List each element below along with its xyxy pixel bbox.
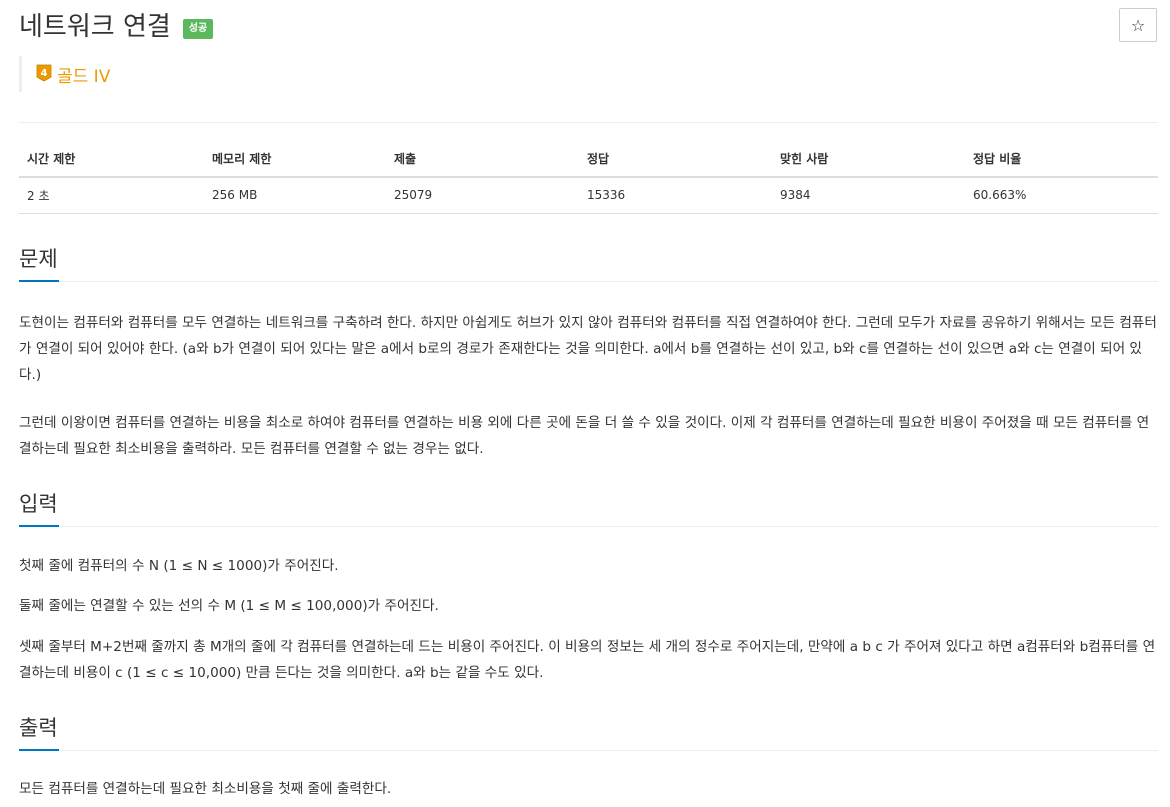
section-rule: [19, 281, 1158, 282]
gold-tier-icon[interactable]: 4: [36, 64, 52, 82]
section-underline: [19, 280, 59, 282]
section-heading-output: 출력: [19, 716, 58, 740]
section-underline: [19, 749, 59, 751]
stats-memory-limit: 256 MB: [204, 177, 386, 214]
star-icon: ☆: [1130, 15, 1146, 35]
stats-header-memory-limit: 메모리 제한: [204, 140, 386, 178]
problem-page: 네트워크 연결 성공 ☆ 4 골드 IV 시간 제한 메모리 제한 제출 정답 …: [0, 0, 1170, 807]
input-description-paragraph: 첫째 줄에 컴퓨터의 수 N (1 ≤ N ≤ 1000)가 주어진다.: [19, 558, 339, 574]
status-badge: 성공: [182, 19, 214, 39]
section-heading-input: 입력: [19, 492, 58, 516]
stats-header-submissions: 제출: [386, 140, 579, 178]
section-rule: [19, 526, 1158, 527]
section-rule: [19, 750, 1158, 751]
divider: [19, 122, 1158, 123]
problem-description-paragraph: 도현이는 컴퓨터와 컴퓨터를 모두 연결하는 네트워크를 구축하려 한다. 하지…: [19, 315, 1157, 383]
favorite-star-button[interactable]: ☆: [1119, 8, 1157, 42]
section-heading-problem: 문제: [19, 247, 58, 271]
stats-header-accepted: 정답: [579, 140, 772, 178]
stats-header-accept-ratio: 정답 비율: [965, 140, 1158, 178]
stats-accept-ratio: 60.663%: [965, 177, 1158, 214]
stats-header-row: 시간 제한 메모리 제한 제출 정답 맞힌 사람 정답 비율: [19, 140, 1158, 178]
tier-info: 4 골드 IV: [19, 56, 110, 92]
problem-stats-table: 시간 제한 메모리 제한 제출 정답 맞힌 사람 정답 비율 2 초 256 M…: [19, 140, 1158, 214]
stats-submissions: 25079: [386, 177, 579, 214]
tier-label[interactable]: 골드 IV: [57, 62, 110, 87]
stats-accepted: 15336: [579, 177, 772, 214]
stats-solved-users: 9384: [772, 177, 965, 214]
output-description-paragraph: 모든 컴퓨터를 연결하는데 필요한 최소비용을 첫째 줄에 출력한다.: [19, 781, 392, 797]
tier-number: 4: [41, 68, 48, 79]
stats-time-limit: 2 초: [19, 177, 204, 214]
title-row: 네트워크 연결 성공: [19, 9, 214, 45]
section-underline: [19, 525, 59, 527]
input-description-paragraph: 둘째 줄에는 연결할 수 있는 선의 수 M (1 ≤ M ≤ 100,000)…: [19, 598, 439, 614]
problem-description-paragraph: 그런데 이왕이면 컴퓨터를 연결하는 비용을 최소로 하여야 컴퓨터를 연결하는…: [19, 415, 1150, 457]
page-title: 네트워크 연결: [19, 12, 171, 42]
stats-header-time-limit: 시간 제한: [19, 140, 204, 178]
stats-header-solved-users: 맞힌 사람: [772, 140, 965, 178]
stats-value-row: 2 초 256 MB 25079 15336 9384 60.663%: [19, 177, 1158, 214]
input-description-paragraph: 셋째 줄부터 M+2번째 줄까지 총 M개의 줄에 각 컴퓨터를 연결하는데 드…: [19, 639, 1156, 681]
